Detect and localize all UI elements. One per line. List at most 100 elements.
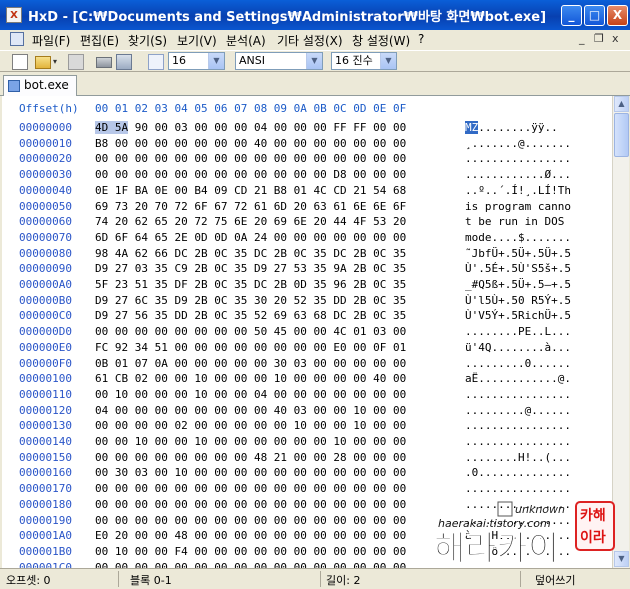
row-hex-bytes[interactable]: 00 10 00 00 F4 00 00 00 00 00 00 00 00 0… [95,545,406,558]
menu-extras[interactable]: 기타 설정(X) [277,32,343,49]
hex-row[interactable]: 00000010 B8 00 00 00 00 00 00 00 40 00 00… [2,137,612,153]
row-ascii[interactable]: is program canno [465,200,571,213]
chevron-down-icon[interactable]: ▼ [208,53,224,69]
hex-row[interactable]: 00000140 00 00 10 00 00 10 00 00 00 00 00… [2,435,612,451]
hex-row[interactable]: 00000060 74 20 62 65 20 72 75 6E 20 69 6E… [2,215,612,231]
row-hex-bytes[interactable]: 5F 23 51 35 DF 2B 0C 35 DC 2B 0D 35 96 2… [95,278,406,291]
row-hex-bytes[interactable]: 04 00 00 00 00 00 00 00 00 40 03 00 00 1… [95,404,406,417]
disk-editor-icon[interactable] [96,57,112,68]
hex-row[interactable]: 00000150 00 00 00 00 00 00 00 00 48 21 00… [2,451,612,467]
row-hex-bytes[interactable]: 00 00 00 00 00 00 00 00 00 00 00 00 D8 0… [95,168,406,181]
charset-select[interactable]: ANSI ▼ [235,52,323,70]
row-ascii[interactable]: Ù'l5Ù+.50 R5Ý+.5 [465,294,571,307]
hex-row[interactable]: 00000110 00 10 00 00 00 10 00 00 04 00 00… [2,388,612,404]
row-ascii[interactable]: Ù'V5Ý+.5RichÜ+.5 [465,309,571,322]
save-disk-icon[interactable] [68,54,84,70]
menu-edit[interactable]: 편집(E) [80,32,119,49]
hex-row[interactable]: 00000080 98 4A 62 66 DC 2B 0C 35 DC 2B 0C… [2,247,612,263]
row-ascii[interactable]: MZ........ÿÿ.. [465,121,558,134]
hex-row[interactable]: 000000D0 00 00 00 00 00 00 00 00 50 45 00… [2,325,612,341]
row-hex-bytes[interactable]: 00 00 10 00 00 10 00 00 00 00 00 00 10 0… [95,435,406,448]
row-ascii[interactable]: ........PE..L... [465,325,571,338]
row-ascii[interactable]: .........@...... [465,404,571,417]
menu-window[interactable]: 창 설정(W) [352,32,410,49]
selected-ascii-chars[interactable]: MZ [465,121,479,134]
mdi-document-icon[interactable] [10,32,24,46]
hex-row[interactable]: 00000160 00 30 03 00 10 00 00 00 00 00 00… [2,466,612,482]
row-hex-bytes[interactable]: 00 10 00 00 00 10 00 00 04 00 00 00 00 0… [95,388,406,401]
hex-row[interactable]: 00000020 00 00 00 00 00 00 00 00 00 00 00… [2,152,612,168]
hex-row[interactable]: 00000070 6D 6F 64 65 2E 0D 0D 0A 24 00 00… [2,231,612,247]
row-ascii[interactable]: ................ [465,482,571,495]
row-ascii[interactable]: ¸.......@....... [465,137,571,150]
row-hex-bytes[interactable]: 69 73 20 70 72 6F 67 72 61 6D 20 63 61 6… [95,200,406,213]
mdi-close-button[interactable]: x [612,32,619,45]
row-hex-bytes[interactable]: 00 00 00 00 00 00 00 00 00 00 00 00 00 0… [95,561,406,568]
row-ascii[interactable]: ˜JbfÜ+.5Ü+.5Ü+.5 [465,247,571,260]
hex-row[interactable]: 000000A0 5F 23 51 35 DF 2B 0C 35 DC 2B 0D… [2,278,612,294]
scroll-up-icon[interactable]: ▲ [614,96,629,112]
minimize-button[interactable]: _ [561,5,582,26]
row-hex-bytes[interactable]: D9 27 56 35 DD 2B 0C 35 52 69 63 68 DC 2… [95,309,406,322]
row-hex-bytes[interactable]: 4D 5A 90 00 03 00 00 00 04 00 00 00 FF F… [95,121,406,134]
row-ascii[interactable]: t be run in DOS [465,215,571,228]
open-dropdown-chevron-icon[interactable]: ▾ [53,54,60,70]
open-folder-icon[interactable] [35,56,51,69]
hex-row[interactable]: 00000170 00 00 00 00 00 00 00 00 00 00 00… [2,482,612,498]
row-ascii[interactable]: mode....$....... [465,231,571,244]
hex-row[interactable]: 000000F0 0B 01 07 0A 00 00 00 00 00 30 03… [2,357,612,373]
row-ascii[interactable]: Ù'.5É+.5Ù'S5š+.5 [465,262,571,275]
row-ascii[interactable]: aË............@. [465,372,571,385]
row-hex-bytes[interactable]: 00 00 00 00 00 00 00 00 00 00 00 00 00 0… [95,514,406,527]
row-hex-bytes[interactable]: 00 30 03 00 10 00 00 00 00 00 00 00 00 0… [95,466,406,479]
row-ascii[interactable]: .0.............. [465,466,571,479]
row-hex-bytes[interactable]: 0B 01 07 0A 00 00 00 00 00 30 03 00 00 0… [95,357,406,370]
row-ascii[interactable]: _#Q5ß+.5Ü+.5–+.5 [465,278,571,291]
row-ascii[interactable]: ................ [465,419,571,432]
hex-row[interactable]: 00000090 D9 27 03 35 C9 2B 0C 35 D9 27 53… [2,262,612,278]
chevron-down-icon[interactable]: ▼ [380,53,396,69]
hex-bytes-rest[interactable]: 90 00 03 00 00 00 04 00 00 00 FF FF 00 0… [128,121,407,134]
menu-analysis[interactable]: 분석(A) [226,32,266,49]
menu-file[interactable]: 파일(F) [32,32,70,49]
mdi-minimize-button[interactable]: _ [579,32,585,45]
hex-row[interactable]: 000000E0 FC 92 34 51 00 00 00 00 00 00 00… [2,341,612,357]
row-hex-bytes[interactable]: 6D 6F 64 65 2E 0D 0D 0A 24 00 00 00 00 0… [95,231,406,244]
row-hex-bytes[interactable]: 00 00 00 00 00 00 00 00 00 00 00 00 00 0… [95,482,406,495]
row-hex-bytes[interactable]: 00 00 00 00 00 00 00 00 00 00 00 00 00 0… [95,498,406,511]
vertical-scrollbar[interactable]: ▲ ▼ [612,96,629,568]
row-hex-bytes[interactable]: 00 00 00 00 00 00 00 00 48 21 00 00 28 0… [95,451,406,464]
menu-search[interactable]: 찾기(S) [128,32,167,49]
hex-row[interactable]: 00000000 4D 5A 90 00 03 00 00 00 04 00 00… [2,121,612,137]
row-hex-bytes[interactable]: 98 4A 62 66 DC 2B 0C 35 DC 2B 0C 35 DC 2… [95,247,406,260]
menu-help[interactable]: ? [418,32,424,46]
tab-bot-exe[interactable]: bot.exe [3,75,77,96]
row-hex-bytes[interactable]: B8 00 00 00 00 00 00 00 40 00 00 00 00 0… [95,137,406,150]
bytes-per-row-select[interactable]: 16 ▼ [168,52,225,70]
row-hex-bytes[interactable]: 00 00 00 00 00 00 00 00 00 00 00 00 00 0… [95,152,406,165]
row-hex-bytes[interactable]: 00 00 00 00 00 00 00 00 50 45 00 00 4C 0… [95,325,406,338]
hex-row[interactable]: 00000120 04 00 00 00 00 00 00 00 00 40 03… [2,404,612,420]
row-ascii[interactable]: ................ [465,152,571,165]
hex-row[interactable]: 00000030 00 00 00 00 00 00 00 00 00 00 00… [2,168,612,184]
hex-row[interactable]: 000000B0 D9 27 6C 35 D9 2B 0C 35 30 20 52… [2,294,612,310]
hex-row[interactable]: 00000100 61 CB 02 00 00 10 00 00 00 10 00… [2,372,612,388]
ascii-rest[interactable]: ........ÿÿ.. [478,121,557,134]
hex-row[interactable]: 00000130 00 00 00 00 02 00 00 00 00 00 10… [2,419,612,435]
row-ascii[interactable]: ............Ø... [465,168,571,181]
row-hex-bytes[interactable]: E0 20 00 00 48 00 00 00 00 00 00 00 00 0… [95,529,406,542]
menu-view[interactable]: 보기(V) [177,32,217,49]
mdi-restore-button[interactable]: ❐ [594,32,604,45]
row-ascii[interactable]: .........0...... [465,357,571,370]
close-button[interactable]: X [607,5,628,26]
chevron-down-icon[interactable]: ▼ [306,53,322,69]
row-hex-bytes[interactable]: D9 27 6C 35 D9 2B 0C 35 30 20 52 35 DD 2… [95,294,406,307]
row-ascii[interactable]: ü'4Q........à... [465,341,571,354]
row-ascii[interactable]: ........H!..(... [465,451,571,464]
selected-hex-bytes[interactable]: 4D 5A [95,121,129,134]
hex-row[interactable]: 000000C0 D9 27 56 35 DD 2B 0C 35 52 69 63… [2,309,612,325]
ram-editor-icon[interactable] [116,54,132,70]
maximize-button[interactable]: □ [584,5,605,26]
hex-editor[interactable]: Offset(h) 00 01 02 03 04 05 06 07 08 09 … [2,96,612,568]
row-hex-bytes[interactable]: 00 00 00 00 02 00 00 00 00 00 10 00 00 1… [95,419,406,432]
